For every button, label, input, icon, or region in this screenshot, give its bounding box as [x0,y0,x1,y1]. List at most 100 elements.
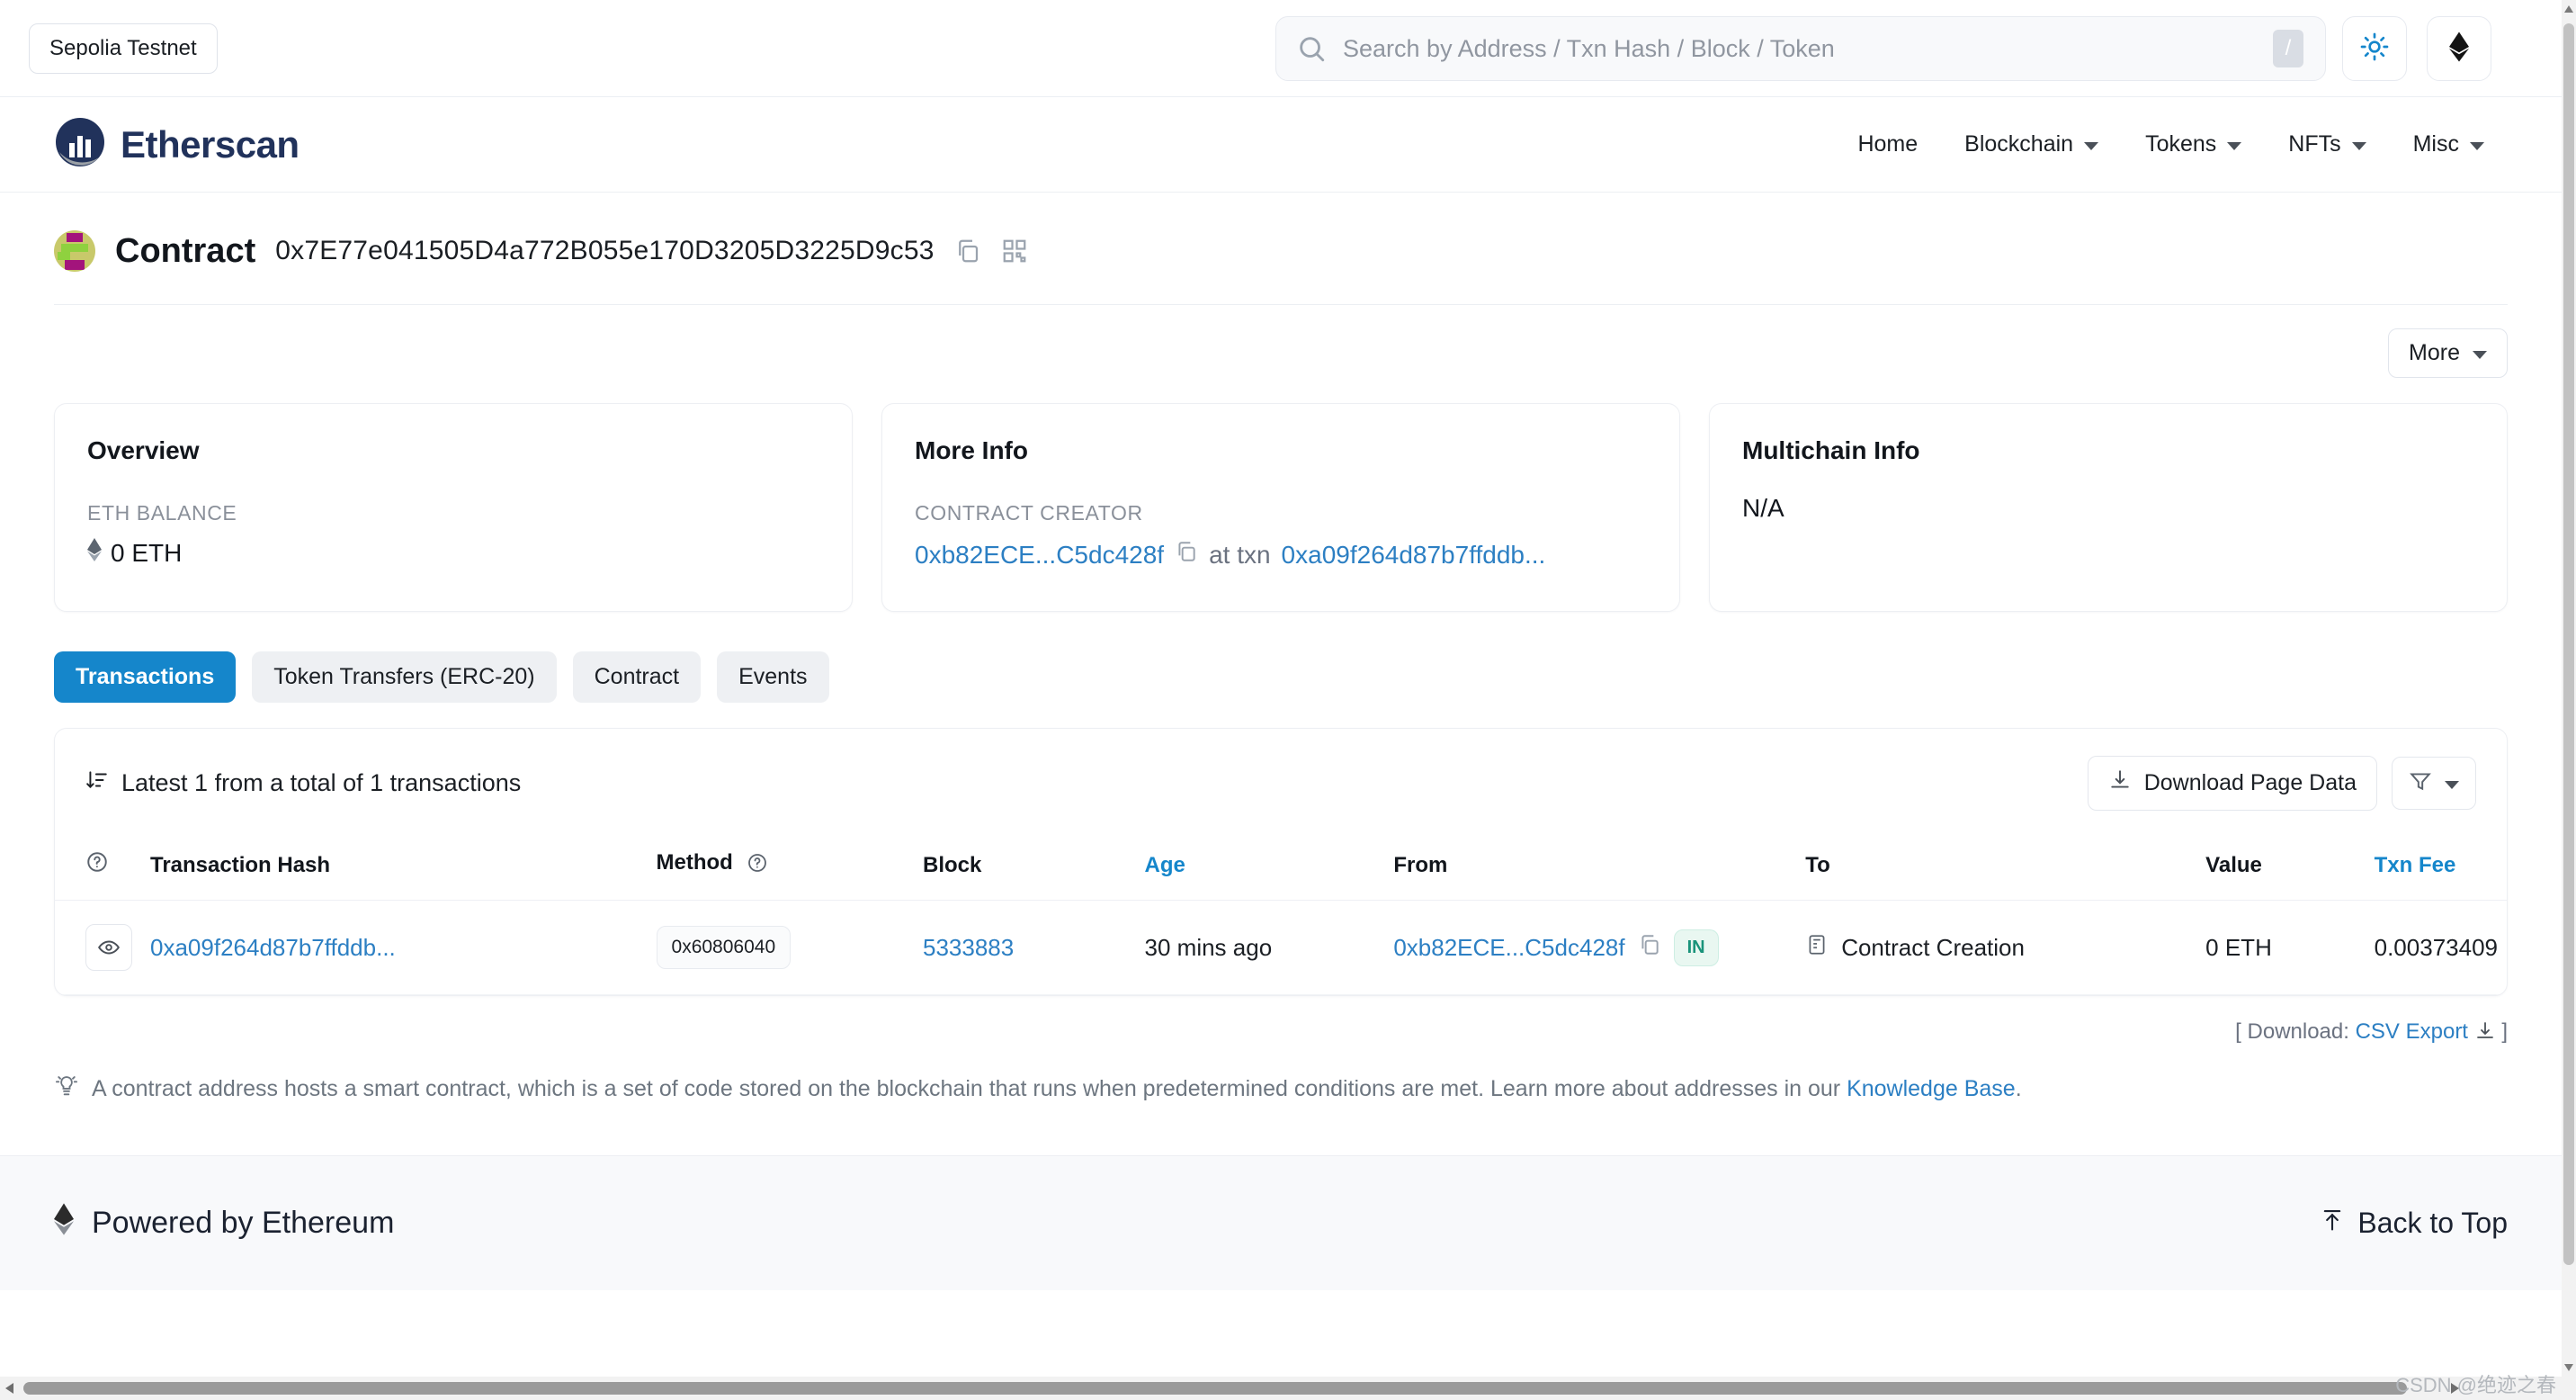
cell-txn-fee: 0.00373409 [2365,900,2507,995]
more-label: More [2409,340,2460,365]
column-header-from[interactable]: From [1384,838,1797,901]
column-header-txn-fee[interactable]: Txn Fee [2365,838,2507,901]
column-header-to[interactable]: To [1796,838,2197,901]
search-input[interactable]: Search by Address / Txn Hash / Block / T… [1275,16,2326,81]
qr-code-icon[interactable] [1001,238,1028,265]
ethereum-diamond-icon [87,538,102,568]
transactions-panel: Latest 1 from a total of 1 transactions … [54,728,2508,996]
multichain-info-card: Multichain Info N/A [1709,403,2508,612]
eth-balance-label: ETH BALANCE [87,501,237,525]
question-mark-icon[interactable] [85,852,109,879]
summary-cards: Overview ETH BALANCE 0 ETH More Info CON… [0,378,2562,612]
csv-export-link[interactable]: CSV Export [2356,1019,2468,1044]
main-navigation: Home Blockchain Tokens NFTs Misc [1834,122,2508,166]
brand-logo[interactable]: Etherscan [54,116,300,173]
chevron-down-icon [2473,351,2487,359]
multichain-card-title: Multichain Info [1742,436,1920,464]
table-header-row: Transaction Hash Method Block Age From T… [55,838,2507,901]
ethereum-price-button[interactable] [2427,16,2491,81]
transactions-table-body: 0xa09f264d87b7ffddb... 0x60806040 533388… [55,900,2507,995]
network-selector[interactable]: Sepolia Testnet [29,22,218,74]
chevron-down-icon [2445,781,2459,789]
question-mark-icon[interactable] [747,854,768,879]
nav-label: Misc [2412,131,2459,157]
etherscan-logo-icon [54,116,106,173]
back-to-top-label: Back to Top [2357,1207,2508,1239]
ethereum-diamond-icon [54,1203,74,1243]
chevron-down-icon [2470,142,2484,150]
column-header-block[interactable]: Block [914,838,1136,901]
transactions-table-head: Transaction Hash Method Block Age From T… [55,838,2507,901]
cell-value: 0 ETH [2196,900,2366,995]
download-page-data-label: Download Page Data [2143,770,2357,795]
transaction-hash-link[interactable]: 0xa09f264d87b7ffddb... [150,934,396,961]
column-header-info [55,838,141,901]
eth-balance-value-row: 0 ETH [87,538,819,568]
column-header-transaction-hash[interactable]: Transaction Hash [141,838,648,901]
column-header-value[interactable]: Value [2196,838,2366,901]
ethereum-diamond-icon [2449,31,2469,67]
toolbar-row: More [0,305,2562,378]
scroll-left-arrow-icon[interactable] [5,1383,13,1394]
page-scroll-container: Sepolia Testnet Search by Address / Txn … [0,0,2562,1377]
to-label: Contract Creation [1841,933,2025,961]
copy-icon[interactable] [954,238,981,265]
nav-item-misc[interactable]: Misc [2390,122,2508,166]
tab-token-transfers[interactable]: Token Transfers (ERC-20) [252,651,557,703]
nav-item-blockchain[interactable]: Blockchain [1941,122,2122,166]
horizontal-scrollbar[interactable] [0,1377,2576,1400]
block-number-link[interactable]: 5333883 [923,934,1014,961]
column-header-age[interactable]: Age [1135,838,1385,901]
cell-transaction-hash: 0xa09f264d87b7ffddb... [141,900,648,995]
download-page-data-button[interactable]: Download Page Data [2087,756,2377,811]
download-prefix: [ Download: [2235,1019,2349,1044]
powered-by-ethereum: Powered by Ethereum [54,1203,394,1243]
knowledge-base-link[interactable]: Knowledge Base [1847,1076,2016,1101]
site-header: Etherscan Home Blockchain Tokens NFTs Mi… [0,97,2562,193]
sun-icon [2360,32,2389,66]
nav-item-tokens[interactable]: Tokens [2122,122,2265,166]
method-badge[interactable]: 0x60806040 [656,926,792,969]
tab-events[interactable]: Events [717,651,829,703]
copy-icon[interactable] [1175,540,1198,570]
tab-transactions[interactable]: Transactions [54,651,237,703]
vertical-scrollbar[interactable] [2562,0,2576,1377]
eth-balance-value: 0 ETH [111,538,183,567]
row-preview-cell [55,900,141,995]
tab-contract[interactable]: Contract [572,651,702,703]
cell-to: Contract Creation [1796,900,2197,995]
preview-eye-icon[interactable] [85,924,132,971]
filter-button[interactable] [2392,757,2476,810]
scroll-down-arrow-icon[interactable] [2564,1364,2573,1371]
horizontal-scrollbar-thumb[interactable] [23,1382,2407,1395]
theme-toggle-button[interactable] [2342,16,2407,81]
copy-icon[interactable] [1638,933,1661,963]
search-placeholder: Search by Address / Txn Hash / Block / T… [1343,34,1835,62]
column-header-method[interactable]: Method [647,838,914,901]
back-to-top-button[interactable]: Back to Top [2320,1207,2508,1240]
chevron-down-icon [2084,142,2099,150]
nav-item-home[interactable]: Home [1834,122,1941,166]
cell-method: 0x60806040 [647,900,914,995]
vertical-scrollbar-thumb[interactable] [2563,23,2574,1265]
download-icon [2108,768,2132,798]
address-identicon-icon [54,230,95,272]
contract-info-note: A contract address hosts a smart contrac… [0,1048,2562,1105]
table-row: 0xa09f264d87b7ffddb... 0x60806040 533388… [55,900,2507,995]
creator-address-link[interactable]: 0xb82ECE...C5dc428f [915,541,1164,570]
from-address-link[interactable]: 0xb82ECE...C5dc428f [1393,934,1624,962]
powered-by-label: Powered by Ethereum [92,1206,395,1240]
direction-badge: IN [1673,929,1719,966]
scroll-up-arrow-icon[interactable] [2564,5,2573,13]
nav-label: NFTs [2288,131,2341,157]
creation-txn-link[interactable]: 0xa09f264d87b7ffddb... [1282,541,1546,570]
more-button[interactable]: More [2388,328,2508,378]
contract-creator-label: CONTRACT CREATOR [915,501,1143,525]
download-icon[interactable] [2474,1022,2502,1047]
nav-label: Tokens [2145,131,2217,157]
panel-actions: Download Page Data [2087,756,2476,811]
contract-creator-row: 0xb82ECE...C5dc428f at txn 0xa09f264d87b… [915,540,1647,570]
cell-age: 30 mins ago [1135,900,1385,995]
chevron-down-icon [2227,142,2242,150]
nav-item-nfts[interactable]: NFTs [2265,122,2389,166]
